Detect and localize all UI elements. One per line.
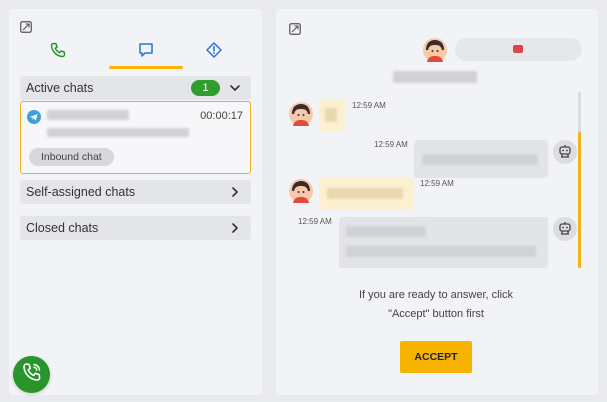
contact-name-redacted (47, 110, 129, 120)
chat-list-panel: Active chats 1 00:00:17 Inbound chat Sel… (9, 9, 262, 395)
inbound-chat-tag: Inbound chat (29, 148, 114, 166)
active-tab-indicator (109, 66, 183, 69)
phone-icon (50, 42, 66, 63)
accept-hint-line2: "Accept" button first (388, 308, 484, 320)
chat-list-item[interactable]: 00:00:17 Inbound chat (20, 101, 251, 174)
alert-icon (206, 41, 222, 63)
chevron-right-icon[interactable] (229, 222, 241, 237)
chat-bubble-icon (138, 42, 154, 63)
messages-scrollbar-thumb[interactable] (578, 132, 581, 268)
customer-avatar (289, 102, 313, 126)
bot-message-bubble (414, 140, 548, 178)
phone-ringing-icon (21, 361, 43, 388)
bot-avatar (553, 140, 577, 164)
bot-message-bubble (339, 217, 548, 268)
message-timestamp: 12:59 AM (298, 217, 332, 226)
contact-avatar (423, 38, 447, 62)
message-timestamp: 12:59 AM (352, 101, 386, 110)
tab-chats[interactable] (109, 35, 183, 69)
channel-tabs (21, 35, 250, 75)
customer-message-bubble (319, 99, 345, 132)
message-timestamp: 12:59 AM (420, 179, 454, 188)
message-preview-redacted (47, 128, 189, 137)
closed-chats-header[interactable]: Closed chats (20, 216, 251, 240)
active-chats-header[interactable]: Active chats 1 (20, 76, 251, 100)
accept-button[interactable]: ACCEPT (400, 341, 472, 373)
telegram-icon (27, 110, 41, 124)
close-chat-icon[interactable] (513, 45, 523, 53)
bot-avatar (553, 217, 577, 241)
chevron-down-icon[interactable] (229, 82, 241, 97)
expand-icon[interactable] (20, 21, 32, 33)
accept-hint-line1: If you are ready to answer, click (358, 289, 514, 301)
active-chats-count-badge: 1 (191, 80, 220, 96)
self-assigned-chats-label: Self-assigned chats (26, 185, 136, 199)
customer-avatar (289, 179, 313, 203)
conversation-panel: 12:59 AM 12:59 AM 12:59 AM 12:59 AM If y… (276, 9, 598, 395)
chat-timer: 00:00:17 (200, 110, 243, 122)
accept-hint-text: If you are ready to answer, click "Accep… (316, 286, 556, 324)
closed-chats-label: Closed chats (26, 221, 99, 235)
active-chats-label: Active chats (26, 81, 94, 95)
expand-icon[interactable] (289, 23, 301, 35)
tab-alerts[interactable] (177, 35, 251, 69)
chevron-right-icon[interactable] (229, 186, 241, 201)
self-assigned-chats-header[interactable]: Self-assigned chats (20, 180, 251, 204)
contact-name-redacted (393, 71, 477, 83)
call-button[interactable] (13, 356, 50, 393)
tab-calls[interactable] (21, 35, 95, 69)
message-timestamp: 12:59 AM (374, 140, 408, 149)
customer-message-bubble (319, 177, 413, 210)
